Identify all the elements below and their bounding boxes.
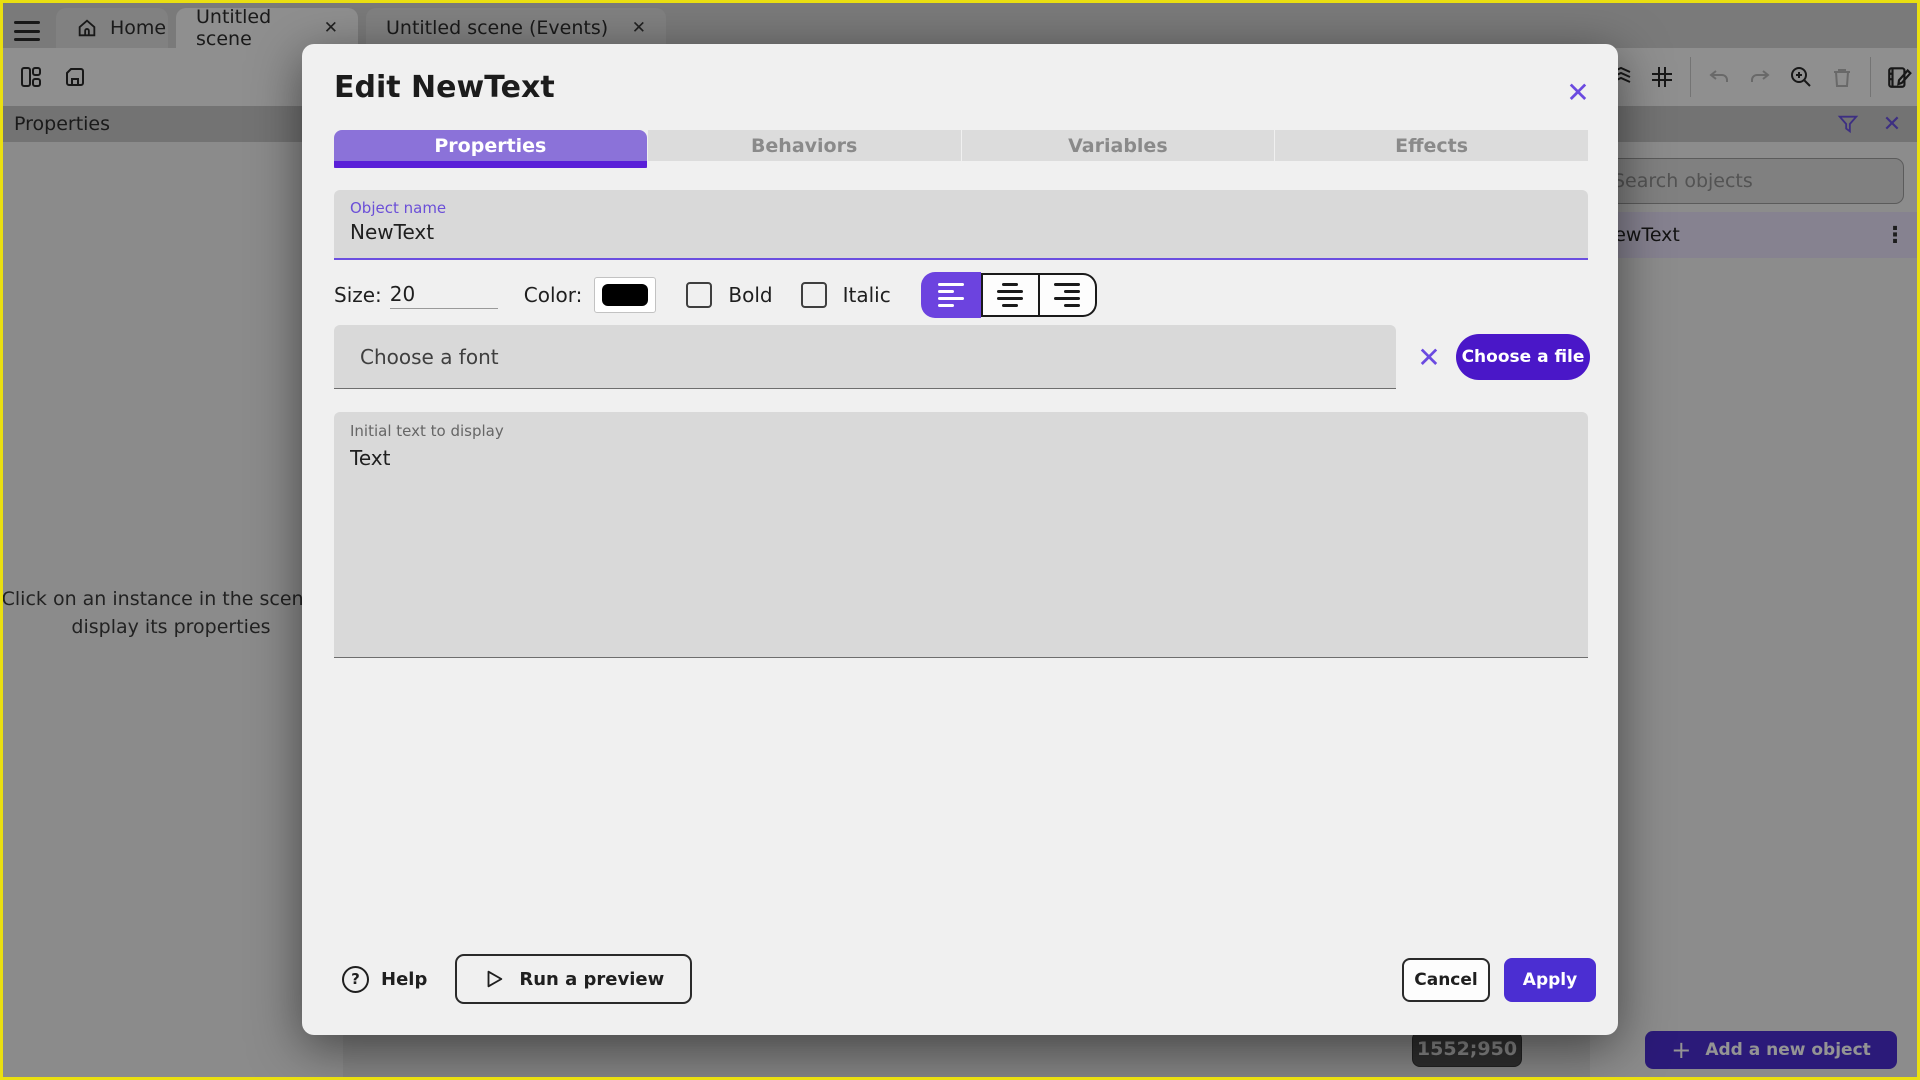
size-label: Size: bbox=[334, 283, 382, 307]
close-icon: ✕ bbox=[1566, 76, 1590, 108]
align-right-icon bbox=[1054, 283, 1081, 307]
initial-text-input[interactable]: Text bbox=[350, 446, 1570, 646]
align-left-icon bbox=[937, 283, 964, 307]
help-button[interactable]: ? Help bbox=[342, 965, 427, 993]
clear-icon: ✕ bbox=[1417, 341, 1441, 373]
bold-label: Bold bbox=[728, 283, 773, 307]
align-center-button[interactable] bbox=[980, 273, 1039, 317]
italic-checkbox[interactable] bbox=[800, 282, 827, 308]
tab-variables[interactable]: Variables bbox=[960, 130, 1275, 161]
font-select-field[interactable]: Choose a font bbox=[334, 325, 1396, 389]
align-center-icon bbox=[997, 283, 1024, 307]
initial-text-field: Initial text to display Text bbox=[334, 412, 1588, 658]
choose-file-button[interactable]: Choose a file bbox=[1456, 334, 1590, 380]
size-input[interactable] bbox=[389, 281, 498, 309]
color-swatch[interactable] bbox=[594, 277, 657, 313]
object-name-label: Object name bbox=[350, 199, 447, 217]
tab-effects[interactable]: Effects bbox=[1274, 130, 1588, 161]
initial-text-label: Initial text to display bbox=[350, 422, 504, 440]
color-chip bbox=[602, 284, 649, 306]
align-left-button[interactable] bbox=[920, 272, 981, 318]
color-label: Color: bbox=[523, 283, 583, 307]
dialog-title: Edit NewText bbox=[334, 70, 555, 105]
clear-font-button[interactable]: ✕ bbox=[1408, 336, 1450, 378]
tab-properties[interactable]: Properties bbox=[334, 130, 647, 168]
align-right-button[interactable] bbox=[1038, 273, 1097, 317]
italic-label: Italic bbox=[842, 283, 891, 307]
dialog-tabs: Properties Behaviors Variables Effects bbox=[334, 130, 1588, 168]
cancel-button[interactable]: Cancel bbox=[1402, 958, 1490, 1002]
bold-checkbox[interactable] bbox=[686, 282, 713, 308]
apply-button[interactable]: Apply bbox=[1504, 958, 1596, 1002]
text-alignment-group bbox=[920, 272, 1097, 318]
close-dialog-button[interactable]: ✕ bbox=[1558, 72, 1598, 112]
run-preview-button[interactable]: Run a preview bbox=[455, 954, 693, 1004]
tab-behaviors[interactable]: Behaviors bbox=[646, 130, 961, 161]
object-name-input[interactable] bbox=[350, 220, 1550, 244]
help-icon: ? bbox=[342, 965, 369, 993]
edit-object-dialog: Edit NewText ✕ Properties Behaviors Vari… bbox=[302, 44, 1618, 1035]
text-style-row: Size: Color: Bold Italic bbox=[334, 272, 1588, 318]
object-name-field: Object name bbox=[334, 190, 1588, 260]
font-field-placeholder: Choose a font bbox=[360, 344, 499, 369]
play-icon bbox=[483, 968, 505, 990]
